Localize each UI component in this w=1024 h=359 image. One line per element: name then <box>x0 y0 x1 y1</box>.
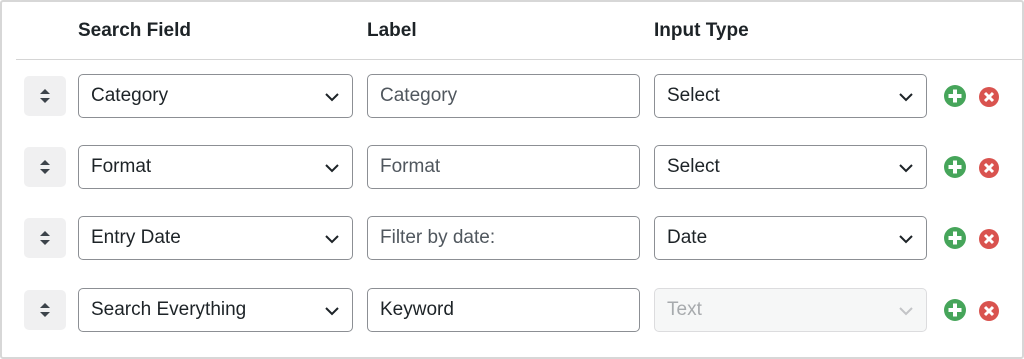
chevron-down-icon <box>899 307 913 316</box>
header-input-type: Input Type <box>654 20 749 41</box>
x-circle-icon[interactable] <box>979 301 999 321</box>
plus-circle-icon[interactable] <box>944 299 966 321</box>
sort-handle-icon[interactable] <box>24 147 66 187</box>
field-row: Search Everything Keyword Text <box>2 288 1022 332</box>
input-type-value: Date <box>667 227 708 248</box>
header-label: Label <box>367 20 417 41</box>
x-circle-icon[interactable] <box>979 87 999 107</box>
search-field-value: Search Everything <box>91 299 247 320</box>
search-field-select[interactable]: Format <box>78 145 353 189</box>
input-type-select-disabled: Text <box>654 288 927 332</box>
x-circle-icon[interactable] <box>979 158 999 178</box>
input-type-select[interactable]: Date <box>654 216 927 260</box>
field-row: Format Format Select <box>2 145 1022 189</box>
field-row: Category Category Select <box>2 74 1022 118</box>
input-type-value: Text <box>667 299 702 320</box>
chevron-down-icon <box>325 235 339 244</box>
chevron-down-icon <box>325 307 339 316</box>
search-field-select[interactable]: Entry Date <box>78 216 353 260</box>
plus-circle-icon[interactable] <box>944 156 966 178</box>
chevron-down-icon <box>899 93 913 102</box>
x-circle-icon[interactable] <box>979 229 999 249</box>
search-field-value: Entry Date <box>91 227 181 248</box>
input-type-select[interactable]: Select <box>654 74 927 118</box>
search-field-select[interactable]: Search Everything <box>78 288 353 332</box>
label-placeholder: Format <box>380 156 441 177</box>
plus-circle-icon[interactable] <box>944 227 966 249</box>
header-search-field: Search Field <box>78 20 191 41</box>
label-input[interactable]: Filter by date: <box>367 216 640 260</box>
table-header: Search Field Label Input Type <box>2 2 1022 62</box>
chevron-down-icon <box>899 235 913 244</box>
search-fields-panel: Search Field Label Input Type Category C… <box>0 0 1024 359</box>
chevron-down-icon <box>325 93 339 102</box>
label-input[interactable]: Format <box>367 145 640 189</box>
label-input[interactable]: Keyword <box>367 288 640 332</box>
search-field-value: Format <box>91 156 152 177</box>
label-input[interactable]: Category <box>367 74 640 118</box>
label-placeholder: Filter by date: <box>380 227 496 248</box>
search-field-value: Category <box>91 85 169 106</box>
chevron-down-icon <box>325 164 339 173</box>
input-type-select[interactable]: Select <box>654 145 927 189</box>
label-value: Keyword <box>380 299 454 320</box>
chevron-down-icon <box>899 164 913 173</box>
label-placeholder: Category <box>380 85 458 106</box>
plus-circle-icon[interactable] <box>944 85 966 107</box>
header-divider <box>16 59 1022 60</box>
input-type-value: Select <box>667 156 720 177</box>
sort-handle-icon[interactable] <box>24 290 66 330</box>
sort-handle-icon[interactable] <box>24 218 66 258</box>
search-field-select[interactable]: Category <box>78 74 353 118</box>
sort-handle-icon[interactable] <box>24 76 66 116</box>
field-row: Entry Date Filter by date: Date <box>2 216 1022 260</box>
input-type-value: Select <box>667 85 720 106</box>
